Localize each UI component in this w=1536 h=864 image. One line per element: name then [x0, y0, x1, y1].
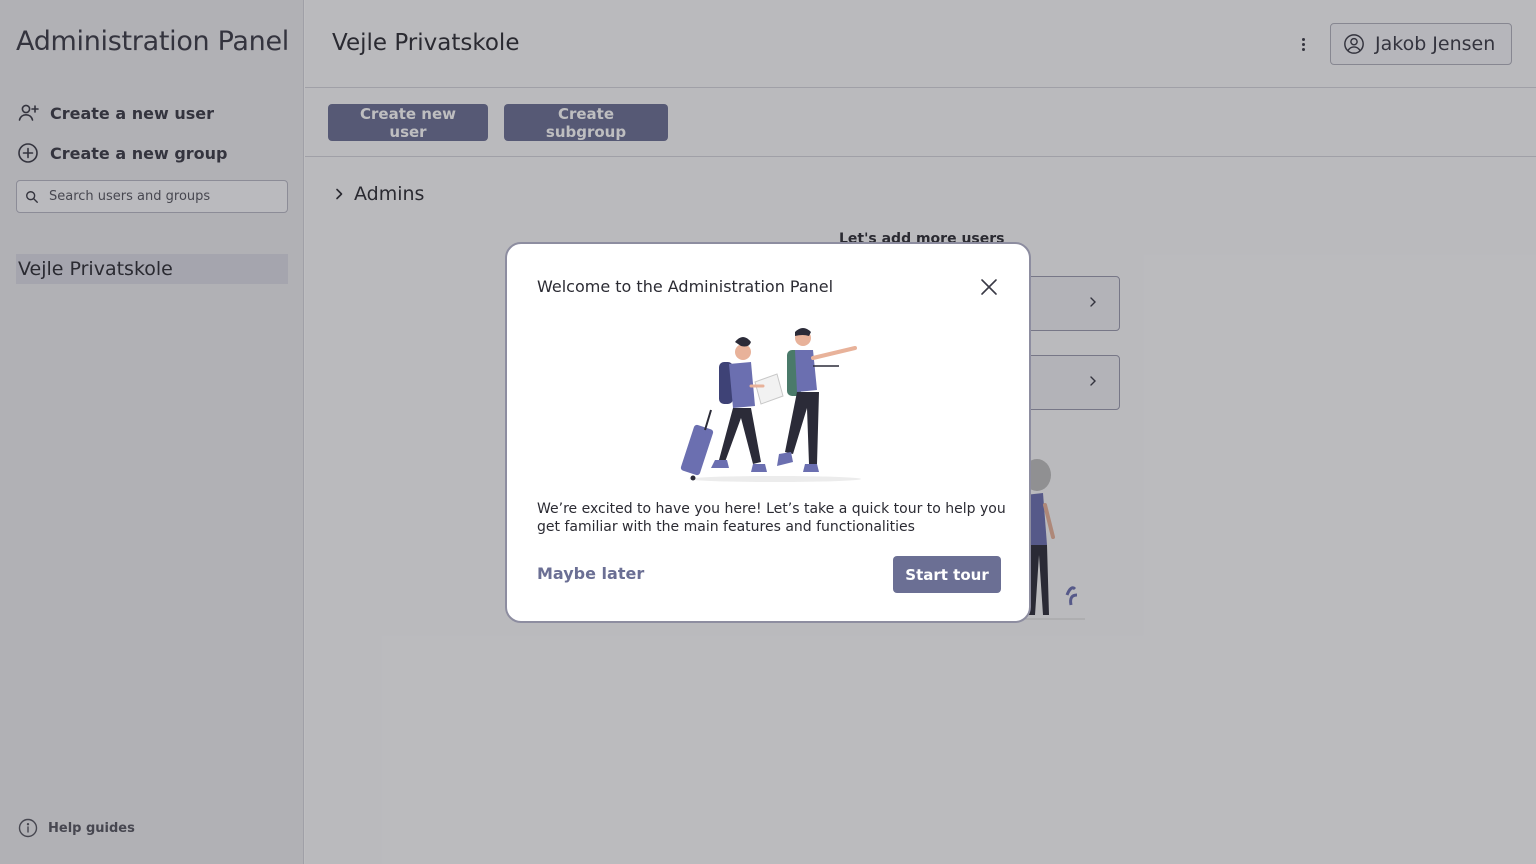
modal-body-text: We’re excited to have you here! Let’s ta… — [537, 501, 1006, 535]
close-icon[interactable] — [977, 275, 1001, 299]
start-tour-button[interactable]: Start tour — [893, 556, 1001, 593]
welcome-modal: Welcome to the Administration Panel We’r… — [505, 242, 1031, 623]
maybe-later-button[interactable]: Maybe later — [537, 564, 644, 583]
modal-title: Welcome to the Administration Panel — [537, 277, 834, 296]
travelers-illustration — [680, 328, 861, 482]
